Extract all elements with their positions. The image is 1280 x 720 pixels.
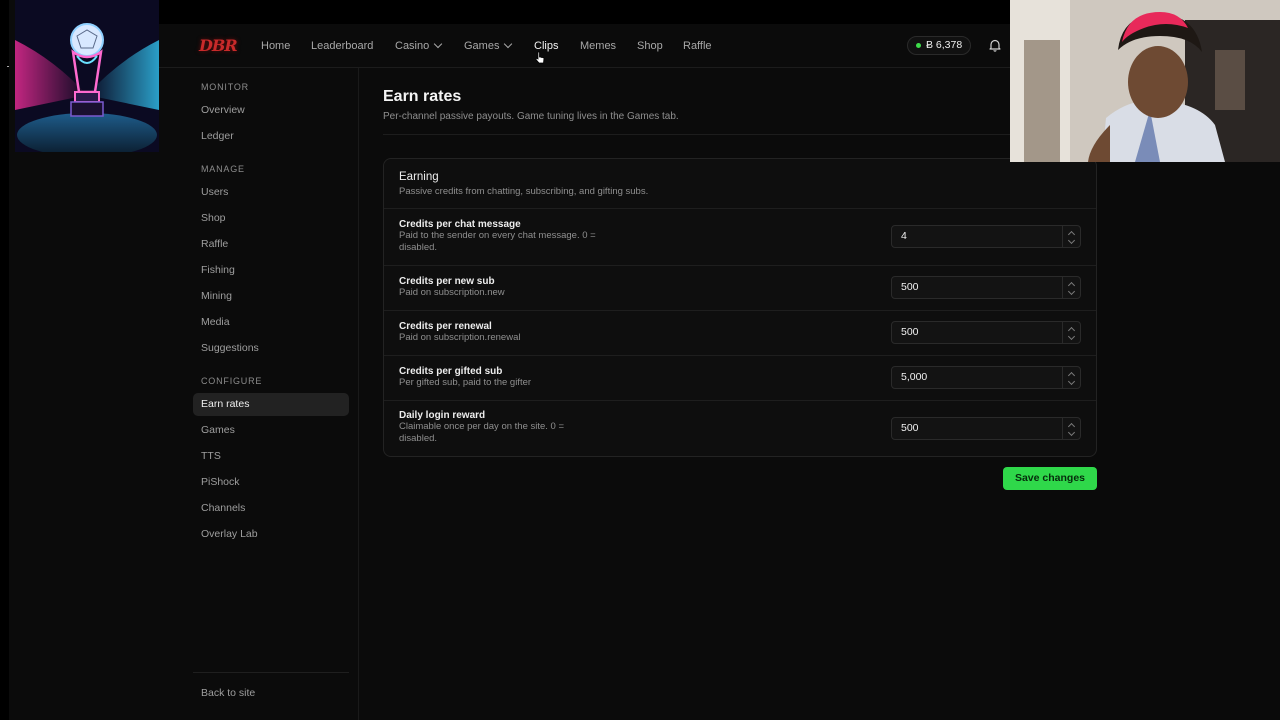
page-title: Earn rates <box>383 88 462 105</box>
sidebar-item-games[interactable]: Games <box>193 419 349 442</box>
sidebar-item-fishing[interactable]: Fishing <box>193 259 349 282</box>
setting-description: Paid on subscription.renewal <box>399 332 639 344</box>
back-to-site-link[interactable]: Back to site <box>193 682 349 705</box>
status-dot-icon <box>916 43 921 48</box>
sidebar-item-shop[interactable]: Shop <box>193 207 349 230</box>
input-value: 500 <box>901 281 919 293</box>
nav-games[interactable]: Games <box>464 39 513 52</box>
setting-title: Credits per chat message <box>399 219 521 230</box>
setting-description-line: Per gifted sub, paid to the gifter <box>399 377 532 388</box>
stepper-down-icon[interactable] <box>1067 428 1076 437</box>
stepper-down-icon[interactable] <box>1067 287 1076 296</box>
new-sub-credits-input[interactable]: 500 <box>891 276 1081 299</box>
nav-games-label: Games <box>464 40 500 52</box>
section-label-configure: CONFIGURE <box>201 376 263 386</box>
card-subtitle: Passive credits from chatting, subscribi… <box>399 186 649 197</box>
stepper-down-icon[interactable] <box>1067 332 1076 341</box>
bell-icon[interactable] <box>988 38 1002 52</box>
sidebar-item-channels[interactable]: Channels <box>193 497 349 520</box>
top-nav: DBR Home Leaderboard Casino Games Clips … <box>159 24 1010 68</box>
sidebar-divider <box>193 672 349 673</box>
setting-row: Daily login reward Claimable once per da… <box>384 400 1096 456</box>
chat-credits-input[interactable]: 4 <box>891 225 1081 248</box>
chevron-down-icon <box>434 39 443 49</box>
setting-title: Daily login reward <box>399 410 486 421</box>
nav-raffle[interactable]: Raffle <box>683 40 712 52</box>
trophy-icon <box>15 0 159 152</box>
outer-margin <box>0 0 9 720</box>
input-value: 500 <box>901 422 919 434</box>
nav-leaderboard[interactable]: Leaderboard <box>311 40 373 52</box>
nav-shop[interactable]: Shop <box>637 40 663 52</box>
earning-card: Earning Passive credits from chatting, s… <box>383 158 1097 457</box>
sidebar-item-ledger[interactable]: Ledger <box>193 125 349 148</box>
nav-casino[interactable]: Casino <box>395 39 443 52</box>
sidebar-item-overview[interactable]: Overview <box>193 99 349 122</box>
sidebar-item-tts[interactable]: TTS <box>193 445 349 468</box>
sidebar-item-raffle[interactable]: Raffle <box>193 233 349 256</box>
brand-logo[interactable]: DBR <box>199 36 238 55</box>
number-stepper[interactable] <box>1062 322 1080 343</box>
trophy-overlay-image <box>15 0 159 152</box>
gifted-sub-credits-input[interactable]: 5,000 <box>891 366 1081 389</box>
sidebar-item-mining[interactable]: Mining <box>193 285 349 308</box>
admin-sidebar: MONITOR Overview Ledger MANAGE Users Sho… <box>159 68 359 720</box>
setting-title: Credits per new sub <box>399 276 495 287</box>
webcam-overlay <box>1010 0 1280 162</box>
sidebar-item-overlay-lab[interactable]: Overlay Lab <box>193 523 349 546</box>
setting-description-line: disabled. <box>399 242 438 253</box>
number-stepper[interactable] <box>1062 277 1080 298</box>
number-stepper[interactable] <box>1062 226 1080 247</box>
balance-value: Ƀ 6,378 <box>926 39 963 51</box>
number-stepper[interactable] <box>1062 367 1080 388</box>
setting-description-line: disabled. <box>399 433 438 444</box>
sidebar-item-users[interactable]: Users <box>193 181 349 204</box>
left-gutter <box>9 152 159 720</box>
setting-description-line: Paid on subscription.new <box>399 287 505 298</box>
nav-memes[interactable]: Memes <box>580 40 616 52</box>
setting-row: Credits per new sub Paid on subscription… <box>384 265 1096 310</box>
setting-description-line: Paid on subscription.renewal <box>399 332 521 343</box>
section-label-manage: MANAGE <box>201 164 245 174</box>
input-value: 5,000 <box>901 371 928 383</box>
nav-casino-label: Casino <box>395 40 430 52</box>
setting-title: Credits per gifted sub <box>399 366 503 377</box>
stepper-down-icon[interactable] <box>1067 236 1076 245</box>
setting-description-line: Claimable once per day on the site. 0 = <box>399 421 565 432</box>
setting-description: Claimable once per day on the site. 0 = … <box>399 421 639 445</box>
section-label-monitor: MONITOR <box>201 82 249 92</box>
header-divider <box>383 134 1010 135</box>
setting-row: Credits per gifted sub Per gifted sub, p… <box>384 355 1096 400</box>
setting-description: Paid to the sender on every chat message… <box>399 230 639 254</box>
nav-home[interactable]: Home <box>261 40 290 52</box>
input-value: 500 <box>901 326 919 338</box>
input-value: 4 <box>901 230 907 242</box>
daily-login-input[interactable]: 500 <box>891 417 1081 440</box>
renewal-credits-input[interactable]: 500 <box>891 321 1081 344</box>
topbar-backdrop <box>159 0 1010 24</box>
page-subtitle: Per-channel passive payouts. Game tuning… <box>383 111 679 122</box>
number-stepper[interactable] <box>1062 418 1080 439</box>
setting-row: Credits per renewal Paid on subscription… <box>384 310 1096 355</box>
card-title: Earning <box>399 171 439 183</box>
sidebar-item-media[interactable]: Media <box>193 311 349 334</box>
setting-title: Credits per renewal <box>399 321 492 332</box>
setting-description: Paid on subscription.new <box>399 287 639 299</box>
setting-row: Credits per chat message Paid to the sen… <box>384 208 1096 265</box>
setting-description: Per gifted sub, paid to the gifter <box>399 377 639 389</box>
person-icon <box>1010 0 1280 162</box>
save-changes-button[interactable]: Save changes <box>1003 467 1097 490</box>
chevron-down-icon <box>504 39 513 49</box>
sidebar-item-earn-rates[interactable]: Earn rates <box>193 393 349 416</box>
setting-description-line: Paid to the sender on every chat message… <box>399 230 596 241</box>
balance-badge[interactable]: Ƀ 6,378 <box>907 36 972 55</box>
sidebar-item-pishock[interactable]: PiShock <box>193 471 349 494</box>
sidebar-item-suggestions[interactable]: Suggestions <box>193 337 349 360</box>
stepper-down-icon[interactable] <box>1067 377 1076 386</box>
